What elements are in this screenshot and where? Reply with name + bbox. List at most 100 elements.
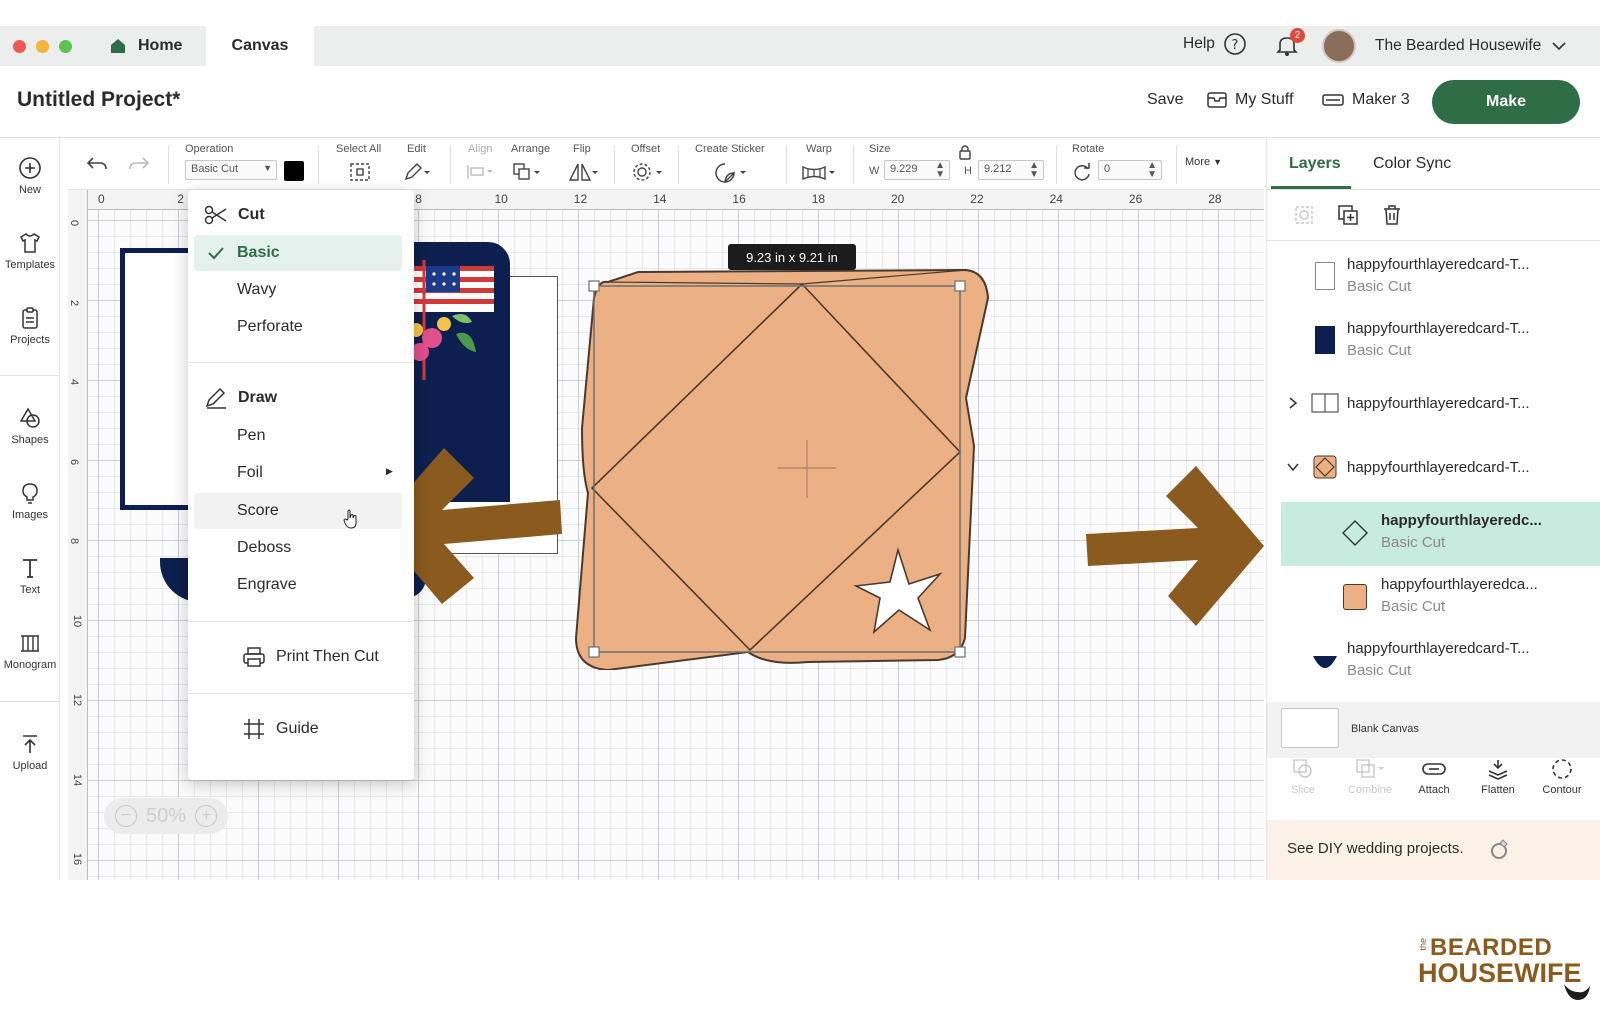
notifications-button[interactable]: 2 (1274, 28, 1305, 60)
lock-icon[interactable] (958, 144, 972, 160)
menu-item-basic[interactable]: Basic (194, 235, 402, 271)
contour-button[interactable]: Contour (1531, 758, 1593, 796)
flag-bouquet-image (409, 260, 494, 380)
warp-icon[interactable] (801, 164, 839, 182)
menu-item-deboss[interactable]: Deboss (188, 530, 414, 566)
my-stuff-button[interactable]: My Stuff (1207, 91, 1293, 109)
layer-row-selected[interactable]: happyfourthlayeredc... Basic Cut (1281, 502, 1600, 566)
layer-row[interactable]: happyfourthlayeredca... Basic Cut (1267, 566, 1600, 630)
offset-icon[interactable] (632, 162, 666, 182)
width-input[interactable]: 9.229 ▲ ▼ (884, 160, 950, 180)
user-menu[interactable]: The Bearded Housewife (1375, 32, 1567, 60)
flip-icon[interactable] (568, 162, 600, 182)
upload-button[interactable]: Upload (0, 732, 60, 772)
avatar[interactable] (1322, 29, 1356, 63)
app-window: Home Canvas Help ? 2 The Bearded Housewi… (0, 0, 1600, 1017)
close-window-button[interactable] (13, 40, 26, 53)
tab-layers[interactable]: Layers (1289, 138, 1341, 190)
zoom-in-button[interactable]: + (195, 805, 218, 827)
bearded-housewife-logo: the BEARDED HOUSEWIFE (1418, 934, 1594, 1006)
ruler-tick-label: 18 (811, 192, 826, 206)
new-button[interactable]: New (0, 156, 60, 196)
stepper-icon[interactable]: ▲ ▼ (935, 161, 945, 180)
inbox-icon (1207, 92, 1227, 108)
edit-label: Edit (407, 143, 426, 155)
project-title[interactable]: Untitled Project* (17, 88, 180, 112)
ring-icon (1491, 839, 1508, 859)
layer-name: happyfourthlayeredcard-T... (1347, 459, 1530, 476)
pencil-icon[interactable] (403, 162, 431, 182)
text-button[interactable]: Text (0, 556, 60, 596)
menu-item-score[interactable]: Score (194, 493, 402, 529)
menu-item-engrave[interactable]: Engrave (188, 567, 414, 603)
zoom-out-button[interactable]: − (114, 805, 137, 827)
undo-icon[interactable] (86, 154, 108, 174)
menu-item-guide[interactable]: Guide (188, 711, 414, 747)
ruler-tick-label: 14 (71, 773, 84, 786)
make-button[interactable]: Make (1432, 80, 1580, 124)
minimize-window-button[interactable] (36, 40, 49, 53)
layer-row[interactable]: happyfourthlayeredcard-T... (1267, 374, 1600, 438)
layer-row[interactable]: happyfourthlayeredcard-T... Basic Cut (1267, 310, 1600, 374)
help-button[interactable]: Help ? (1183, 32, 1247, 56)
selected-shape[interactable] (568, 268, 998, 670)
monogram-label: Monogram (3, 659, 57, 671)
projects-button[interactable]: Projects (0, 306, 60, 346)
shapes-button[interactable]: Shapes (0, 406, 60, 446)
ruler-tick-label: 16 (732, 192, 746, 206)
images-button[interactable]: Images (0, 481, 60, 521)
stepper-icon[interactable]: ▲ ▼ (1147, 161, 1157, 180)
menu-item-foil[interactable]: Foil ▶ (188, 455, 414, 491)
ruler-tick-label: 10 (494, 192, 508, 206)
blank-canvas-row[interactable]: Blank Canvas (1267, 702, 1600, 758)
machine-button[interactable]: Maker 3 (1322, 91, 1410, 109)
tab-home[interactable]: Home (108, 26, 182, 66)
attach-icon (1422, 763, 1446, 775)
arrange-icon[interactable] (512, 162, 544, 182)
rotate-input[interactable]: 0 ▲ ▼ (1098, 160, 1162, 180)
ruler-tick-label: 2 (177, 192, 184, 206)
perforate-label: Perforate (237, 318, 303, 335)
tab-canvas[interactable]: Canvas (206, 26, 314, 66)
promo-text: See DIY wedding projects. (1287, 840, 1464, 857)
attach-button[interactable]: Attach (1403, 758, 1465, 796)
color-swatch[interactable] (284, 161, 304, 181)
menu-item-pen[interactable]: Pen (188, 418, 414, 454)
monogram-button[interactable]: Monogram (0, 631, 60, 671)
menu-item-perforate[interactable]: Perforate (188, 309, 414, 345)
my-stuff-label: My Stuff (1235, 91, 1294, 108)
height-input[interactable]: 9.212 ▲ ▼ (978, 160, 1044, 180)
ruler-tick-label: 4 (68, 378, 81, 386)
menu-item-wavy[interactable]: Wavy (188, 272, 414, 308)
more-button[interactable]: More ▼ (1185, 156, 1222, 168)
chevron-right-icon[interactable] (1287, 396, 1299, 410)
diamond-icon (1342, 520, 1368, 546)
tab-color-sync[interactable]: Color Sync (1373, 138, 1451, 190)
flatten-button[interactable]: Flatten (1467, 758, 1529, 796)
maximize-window-button[interactable] (59, 40, 72, 53)
redo-icon (129, 157, 150, 170)
layer-row[interactable]: happyfourthlayeredcard-T... (1267, 438, 1600, 502)
checkmark-icon (208, 247, 224, 260)
panel-divider (1267, 189, 1600, 190)
toolbar-divider (853, 146, 854, 184)
operation-select[interactable]: Basic Cut ▼ (185, 160, 277, 180)
layer-operation: Basic Cut (1347, 662, 1412, 679)
combine-label: Combine (1347, 784, 1393, 796)
width-label: W (869, 165, 880, 177)
sticker-icon[interactable] (714, 162, 750, 184)
promo-banner[interactable]: See DIY wedding projects. (1267, 820, 1600, 880)
templates-button[interactable]: Templates (0, 231, 60, 271)
monogram-icon (21, 635, 39, 652)
duplicate-icon[interactable] (1337, 204, 1359, 226)
save-button[interactable]: Save (1147, 91, 1183, 109)
trash-icon[interactable] (1381, 204, 1403, 226)
stepper-icon[interactable]: ▲ ▼ (1029, 161, 1039, 180)
layer-row[interactable]: happyfourthlayeredcard-T... Basic Cut (1267, 246, 1600, 310)
layer-row[interactable]: happyfourthlayeredcard-T... Basic Cut (1267, 630, 1600, 694)
slice-button: Slice (1272, 758, 1334, 796)
select-all-icon[interactable] (349, 162, 371, 182)
toolbar-divider (450, 146, 451, 184)
menu-item-print-then-cut[interactable]: Print Then Cut (188, 639, 414, 675)
chevron-down-icon[interactable] (1286, 461, 1300, 473)
